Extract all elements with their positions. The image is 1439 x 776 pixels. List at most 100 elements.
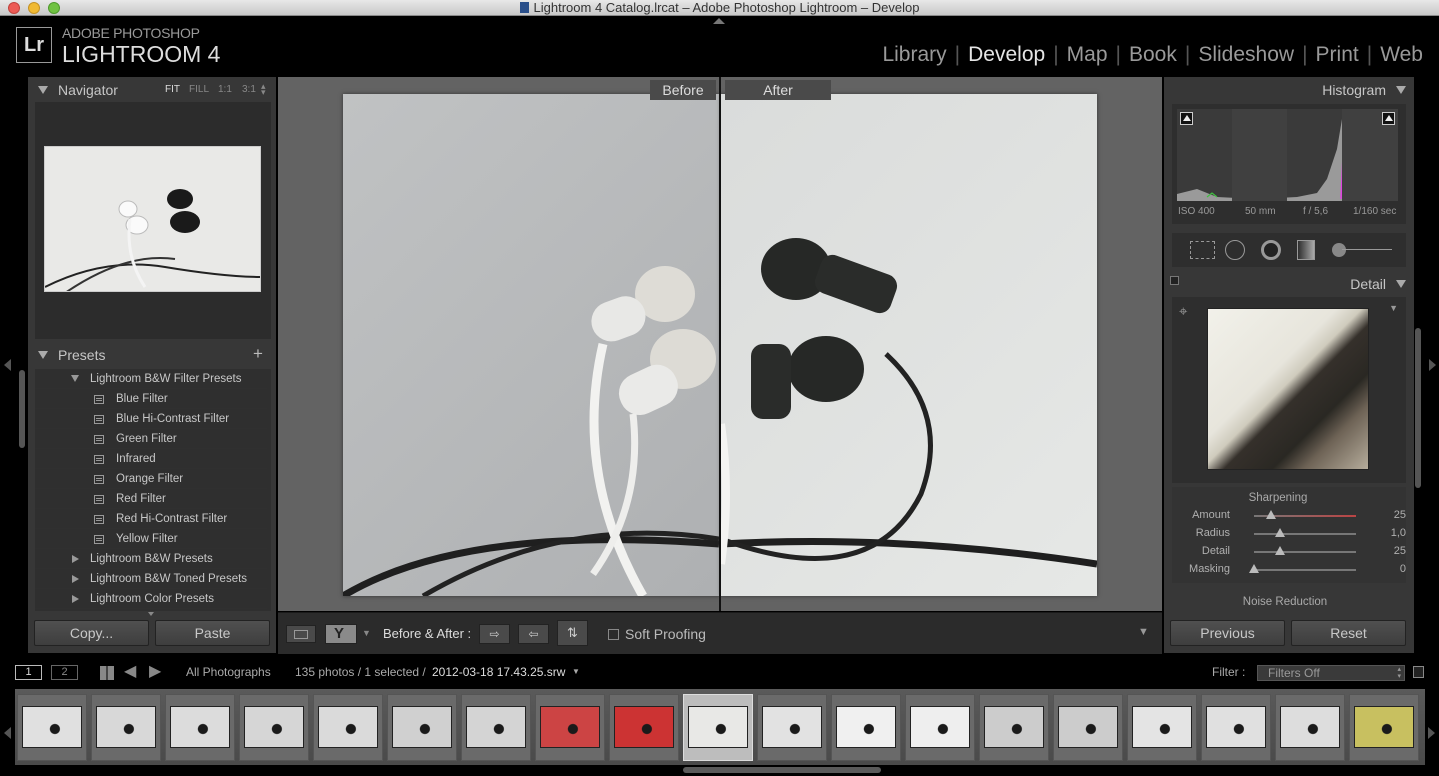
filmstrip-thumbnail[interactable] (757, 694, 827, 761)
filmstrip-thumbnail[interactable] (1275, 694, 1345, 761)
adjustment-brush-icon[interactable] (1332, 241, 1394, 259)
filmstrip-scroll-right-icon[interactable] (1428, 727, 1435, 739)
source-label[interactable]: All Photographs (186, 665, 271, 679)
preset-item[interactable]: Blue Filter (35, 389, 267, 409)
module-print[interactable]: Print (1308, 43, 1367, 66)
filmstrip-thumbnail[interactable] (239, 694, 309, 761)
view-mode-dropdown-icon[interactable]: ▼ (362, 628, 371, 638)
highlight-clipping-icon[interactable] (1382, 112, 1395, 125)
slider-value[interactable]: 0 (1376, 563, 1406, 575)
filmstrip-thumbnail[interactable] (165, 694, 235, 761)
right-panel-scrollbar[interactable] (1415, 328, 1421, 488)
slider-track[interactable] (1254, 533, 1356, 535)
panel-switch-icon[interactable] (1170, 276, 1179, 285)
slider-knob[interactable] (1274, 528, 1285, 537)
module-web[interactable]: Web (1372, 43, 1431, 66)
slider-track[interactable] (1254, 569, 1356, 571)
preset-item[interactable]: Red Filter (35, 489, 267, 509)
filmstrip-thumbnail[interactable] (979, 694, 1049, 761)
module-library[interactable]: Library (874, 43, 954, 66)
slider-value[interactable]: 1,0 (1376, 527, 1406, 539)
filter-select[interactable]: Filters Off ▴ ▾ (1257, 665, 1405, 681)
filmstrip-thumbnail[interactable] (1201, 694, 1271, 761)
filmstrip-thumbnail[interactable] (1349, 694, 1419, 761)
slider-amount[interactable]: Amount 25 (1178, 507, 1406, 525)
filmstrip-scroll-left-icon[interactable] (4, 727, 11, 739)
navigator-header[interactable]: Navigator FIT FILL 1:1 3:1 ▴ ▾ (28, 77, 276, 101)
preset-folder[interactable]: Lightroom B&W Toned Presets (35, 569, 267, 589)
slider-track[interactable] (1254, 551, 1356, 553)
preset-folder-open[interactable]: Lightroom B&W Filter Presets (35, 369, 267, 389)
left-panel-toggle-icon[interactable] (4, 359, 11, 371)
filmstrip-thumbnail[interactable] (1053, 694, 1123, 761)
right-panel-toggle-icon[interactable] (1429, 359, 1436, 371)
back-arrow-icon[interactable]: ◀ (124, 661, 136, 681)
preset-folder[interactable]: Lightroom Color Presets (35, 589, 267, 609)
previous-button[interactable]: Previous (1170, 620, 1285, 646)
preset-folder[interactable]: Lightroom B&W Presets (35, 549, 267, 569)
spot-removal-icon[interactable] (1225, 240, 1245, 260)
filmstrip-thumbnail[interactable] (905, 694, 975, 761)
add-preset-icon[interactable]: + (253, 344, 263, 364)
module-map[interactable]: Map (1059, 43, 1116, 66)
copy-before-to-after-button[interactable]: ⇨ (479, 624, 510, 644)
swap-before-after-button[interactable]: ⇅ (557, 620, 588, 646)
filmstrip-thumbnail[interactable] (683, 694, 753, 761)
main-window-button[interactable]: 1 (15, 665, 42, 680)
navigator-preview-image[interactable] (44, 146, 261, 292)
filmstrip-thumbnail[interactable] (17, 694, 87, 761)
copy-after-to-before-button[interactable]: ⇦ (518, 624, 549, 644)
paste-button[interactable]: Paste (155, 620, 270, 646)
filmstrip-thumbnail[interactable] (313, 694, 383, 761)
preset-item[interactable]: Red Hi-Contrast Filter (35, 509, 267, 529)
forward-arrow-icon[interactable]: ▶ (149, 661, 161, 681)
minimize-window-button[interactable] (28, 2, 40, 14)
before-after-view-button[interactable]: Y (325, 624, 357, 644)
slider-detail[interactable]: Detail 25 (1178, 543, 1406, 561)
red-eye-icon[interactable] (1261, 240, 1281, 260)
slider-value[interactable]: 25 (1376, 509, 1406, 521)
target-adjust-icon[interactable]: ⌖ (1179, 303, 1187, 320)
zoom-fit-option[interactable]: FIT (165, 84, 180, 95)
filmstrip-thumbnail[interactable] (535, 694, 605, 761)
module-book[interactable]: Book (1121, 43, 1185, 66)
crop-tool-icon[interactable] (1190, 241, 1215, 259)
module-develop[interactable]: Develop (960, 43, 1053, 66)
zoom-1-1-option[interactable]: 1:1 (218, 84, 232, 95)
reset-button[interactable]: Reset (1291, 620, 1406, 646)
detail-zoom-preview[interactable] (1207, 308, 1369, 470)
slider-radius[interactable]: Radius 1,0 (1178, 525, 1406, 543)
slider-value[interactable]: 25 (1376, 545, 1406, 557)
preset-item[interactable]: Blue Hi-Contrast Filter (35, 409, 267, 429)
zoom-3-1-option[interactable]: 3:1 (242, 84, 256, 95)
preset-item[interactable]: Infrared (35, 449, 267, 469)
preset-item[interactable]: Yellow Filter (35, 529, 267, 549)
module-slideshow[interactable]: Slideshow (1190, 43, 1302, 66)
preset-item[interactable]: Green Filter (35, 429, 267, 449)
filter-lock-icon[interactable] (1413, 666, 1424, 678)
filmstrip-thumbnail[interactable] (609, 694, 679, 761)
presets-header[interactable]: Presets + (28, 343, 276, 367)
filmstrip-thumbnail[interactable] (91, 694, 161, 761)
close-window-button[interactable] (8, 2, 20, 14)
left-panel-scrollbar[interactable] (19, 370, 25, 448)
toolbar-content-dropdown-icon[interactable]: ▼ (1138, 626, 1149, 638)
filmstrip-thumbnail[interactable] (387, 694, 457, 761)
zoom-fill-option[interactable]: FILL (189, 84, 209, 95)
histogram-panel[interactable]: ISO 400 50 mm f / 5,6 1/160 sec (1172, 104, 1406, 224)
filmstrip-scrollbar[interactable] (683, 767, 881, 773)
compare-divider[interactable] (719, 77, 721, 611)
grid-view-icon[interactable] (100, 666, 114, 680)
noise-reduction-header[interactable]: Noise Reduction (1172, 596, 1398, 608)
histogram-header[interactable]: Histogram (1164, 77, 1414, 101)
secondary-window-button[interactable]: 2 (51, 665, 78, 680)
loupe-view-button[interactable] (286, 625, 316, 643)
zoom-stepper-icon[interactable]: ▴ ▾ (261, 82, 266, 97)
filmstrip-thumbnail[interactable] (461, 694, 531, 761)
filename-dropdown-icon[interactable]: ▼ (572, 667, 580, 676)
detail-preview-toggle-icon[interactable]: ▼ (1389, 303, 1398, 313)
slider-knob[interactable] (1249, 564, 1259, 573)
copy-button[interactable]: Copy... (34, 620, 149, 646)
slider-masking[interactable]: Masking 0 (1178, 561, 1406, 579)
filmstrip-thumbnail[interactable] (1127, 694, 1197, 761)
